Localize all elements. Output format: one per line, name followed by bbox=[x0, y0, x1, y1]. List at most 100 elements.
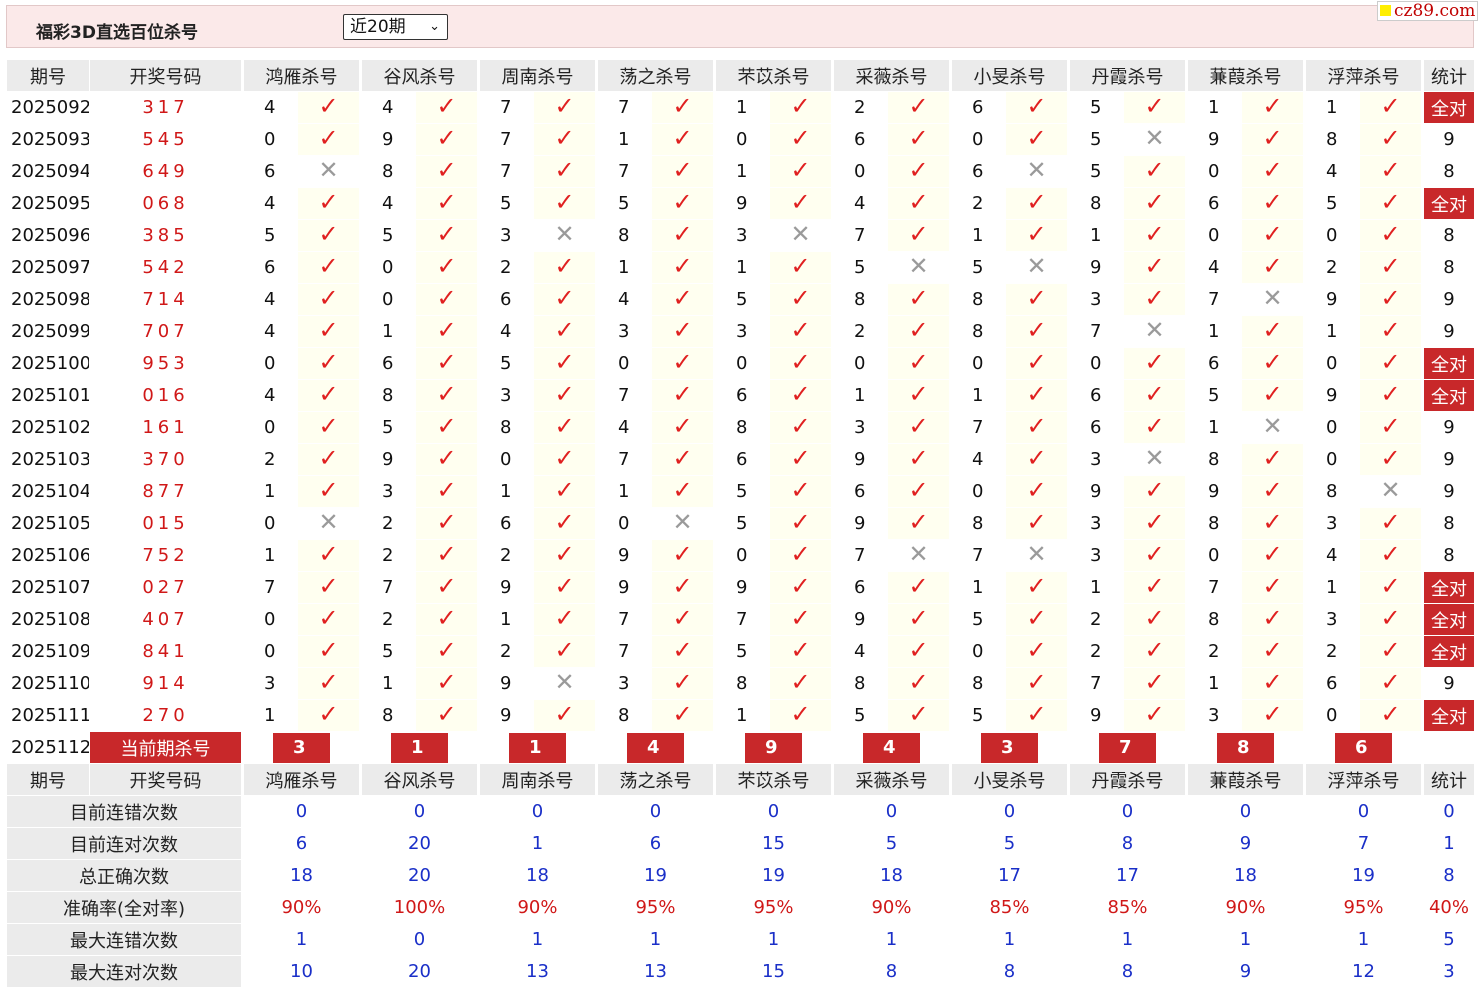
check-mark-icon: ✓ bbox=[554, 316, 575, 344]
stats-label: 最大连错次数 bbox=[6, 923, 243, 956]
check-mark-icon: ✓ bbox=[790, 476, 811, 504]
check-mark-icon: ✓ bbox=[436, 572, 457, 600]
check-mark-icon: ✓ bbox=[436, 444, 457, 472]
check-mark-icon: ✓ bbox=[672, 444, 693, 472]
kill-number-cell: 7 bbox=[1185, 283, 1242, 316]
result-cell: ✓ bbox=[1359, 571, 1423, 604]
stat-cell: 9 bbox=[1421, 283, 1475, 316]
kill-number-cell: 3 bbox=[713, 315, 770, 348]
result-cell: ✓ bbox=[651, 539, 715, 572]
check-mark-icon: ✓ bbox=[1262, 444, 1283, 472]
stats-value: 1 bbox=[1185, 923, 1305, 956]
kill-number-cell: 8 bbox=[713, 411, 770, 444]
result-cell: ✓ bbox=[1359, 667, 1423, 700]
result-cell: ✓ bbox=[651, 635, 715, 668]
check-mark-icon: ✓ bbox=[1026, 412, 1047, 440]
result-cell: ✓ bbox=[769, 187, 833, 220]
kill-number-cell: 5 bbox=[831, 699, 888, 732]
check-mark-icon: ✓ bbox=[790, 252, 811, 280]
kill-number-cell: 8 bbox=[359, 699, 416, 732]
result-cell: ✓ bbox=[1005, 347, 1069, 380]
kill-number-cell: 7 bbox=[477, 155, 534, 188]
kill-number-cell: 1 bbox=[1185, 315, 1242, 348]
stat-cell: 8 bbox=[1421, 251, 1475, 284]
stats-total: 0 bbox=[1421, 795, 1475, 828]
result-cell: ✓ bbox=[1123, 507, 1187, 540]
stats-value: 9 bbox=[1185, 827, 1305, 860]
kill-number-cell: 4 bbox=[1185, 251, 1242, 284]
check-mark-icon: ✓ bbox=[790, 604, 811, 632]
kill-number-cell: 5 bbox=[949, 699, 1006, 732]
kill-number-cell: 0 bbox=[713, 123, 770, 156]
result-cell: ✓ bbox=[297, 411, 361, 444]
kill-number-cell: 8 bbox=[359, 155, 416, 188]
current-kill-cell: 7 bbox=[1067, 731, 1187, 764]
kill-number-cell: 6 bbox=[713, 443, 770, 476]
stats-value: 0 bbox=[1185, 795, 1305, 828]
kill-number-cell: 3 bbox=[1303, 507, 1360, 540]
kill-number-cell: 0 bbox=[595, 507, 652, 540]
check-mark-icon: ✓ bbox=[1026, 572, 1047, 600]
check-mark-icon: ✓ bbox=[554, 508, 575, 536]
result-cell: ✓ bbox=[1241, 699, 1305, 732]
kill-number-cell: 4 bbox=[831, 187, 888, 220]
result-cell: ✓ bbox=[1005, 475, 1069, 508]
result-cell: ✓ bbox=[1359, 507, 1423, 540]
check-mark-icon: ✓ bbox=[908, 156, 929, 184]
result-cell: ✓ bbox=[769, 155, 833, 188]
kill-number-cell: 7 bbox=[595, 155, 652, 188]
check-mark-icon: ✓ bbox=[908, 220, 929, 248]
check-mark-icon: ✓ bbox=[1262, 572, 1283, 600]
kill-number-cell: 7 bbox=[713, 603, 770, 636]
check-mark-icon: ✓ bbox=[1026, 124, 1047, 152]
table-row: 2025104 877 1 ✓ 3 ✓ 1 ✓ 1 ✓ 5 ✓ 6 ✓ 0 ✓ 9 ✓ 9 ✓ 8 ✕ 9 bbox=[6, 475, 1475, 508]
check-mark-icon: ✓ bbox=[436, 604, 457, 632]
result-cell: ✓ bbox=[415, 283, 479, 316]
result-cell: ✓ bbox=[1241, 379, 1305, 412]
kill-number-cell: 7 bbox=[949, 539, 1006, 572]
kill-number-cell: 3 bbox=[1067, 507, 1124, 540]
result-cell: ✓ bbox=[297, 699, 361, 732]
result-cell: ✓ bbox=[415, 667, 479, 700]
check-mark-icon: ✓ bbox=[1262, 348, 1283, 376]
check-mark-icon: ✓ bbox=[554, 284, 575, 312]
cross-mark-icon: ✕ bbox=[1144, 124, 1165, 152]
check-mark-icon: ✓ bbox=[672, 348, 693, 376]
stats-value: 17 bbox=[949, 859, 1069, 892]
col-header-expert: 谷风杀号 bbox=[359, 763, 479, 796]
check-mark-icon: ✓ bbox=[1144, 156, 1165, 184]
kill-number-cell: 6 bbox=[831, 475, 888, 508]
result-cell: ✓ bbox=[1241, 475, 1305, 508]
check-mark-icon: ✓ bbox=[1144, 92, 1165, 120]
site-logo[interactable]: cz89.com bbox=[1377, 1, 1478, 21]
kill-number-cell: 1 bbox=[1303, 571, 1360, 604]
cross-mark-icon: ✕ bbox=[1262, 412, 1283, 440]
cross-mark-icon: ✕ bbox=[1026, 252, 1047, 280]
check-mark-icon: ✓ bbox=[318, 412, 339, 440]
check-mark-icon: ✓ bbox=[1144, 476, 1165, 504]
kill-number-cell: 4 bbox=[1303, 539, 1360, 572]
kill-number-cell: 1 bbox=[477, 603, 534, 636]
kill-number-cell: 9 bbox=[359, 123, 416, 156]
check-mark-icon: ✓ bbox=[908, 636, 929, 664]
check-mark-icon: ✓ bbox=[790, 540, 811, 568]
kill-number-cell: 0 bbox=[477, 443, 534, 476]
kill-number-cell: 4 bbox=[595, 411, 652, 444]
result-cell: ✓ bbox=[769, 667, 833, 700]
result-cell: ✓ bbox=[1359, 187, 1423, 220]
draw-number-cell: 714 bbox=[89, 283, 243, 316]
kill-number-cell: 1 bbox=[831, 379, 888, 412]
issue-cell: 2025097 bbox=[6, 251, 90, 284]
stats-value: 1 bbox=[1067, 923, 1187, 956]
kill-number-cell: 6 bbox=[1303, 667, 1360, 700]
result-cell: ✓ bbox=[887, 187, 951, 220]
all-correct-badge: 全对 bbox=[1421, 379, 1475, 412]
stats-value: 1 bbox=[477, 923, 597, 956]
col-header-expert: 周南杀号 bbox=[477, 763, 597, 796]
kill-number-cell: 5 bbox=[1303, 187, 1360, 220]
check-mark-icon: ✓ bbox=[672, 220, 693, 248]
kill-number-cell: 2 bbox=[359, 603, 416, 636]
result-cell: ✓ bbox=[769, 475, 833, 508]
check-mark-icon: ✓ bbox=[908, 444, 929, 472]
period-select[interactable]: 近20期 ⌄ bbox=[343, 14, 448, 40]
